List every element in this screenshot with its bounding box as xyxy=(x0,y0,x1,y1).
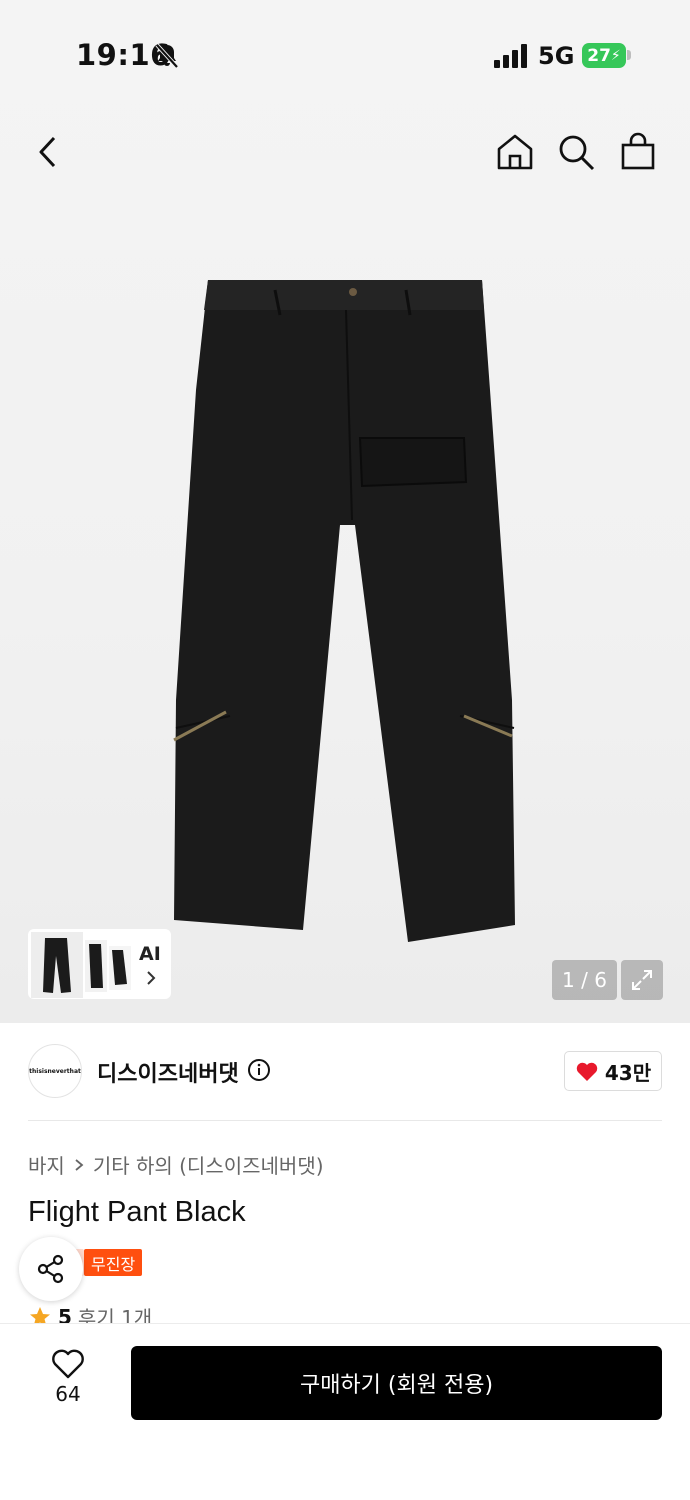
expand-icon xyxy=(632,970,652,990)
home-button[interactable] xyxy=(493,130,537,174)
brand-name[interactable]: 디스이즈네버댓 xyxy=(97,1056,239,1088)
chevron-right-icon xyxy=(147,971,156,985)
battery-indicator: 27 ⚡ xyxy=(582,43,626,68)
bag-icon xyxy=(621,132,655,170)
product-image[interactable] xyxy=(160,270,530,960)
search-icon xyxy=(559,135,595,171)
chevron-right-icon xyxy=(75,1158,84,1171)
image-counter: 1 / 6 xyxy=(552,960,617,1000)
breadcrumb-subcategory[interactable]: 기타 하의 (디스이즈네버댓) xyxy=(93,1150,324,1179)
battery-level: 27 xyxy=(587,45,611,66)
thumbnail-images xyxy=(31,932,131,998)
status-bar: 19:16 5G 27 ⚡ xyxy=(0,0,690,110)
heart-filled-icon xyxy=(576,1062,598,1081)
home-icon xyxy=(497,134,533,170)
back-icon xyxy=(39,136,56,168)
top-nav xyxy=(0,118,690,188)
share-button[interactable] xyxy=(19,1237,83,1301)
breadcrumb: 바지 기타 하의 (디스이즈네버댓) xyxy=(28,1150,324,1179)
network-label: 5G xyxy=(538,42,575,70)
brand-logo-text: thisisneverthat xyxy=(29,1067,81,1075)
product-tag: 무진장 xyxy=(84,1249,143,1276)
wishlist-count: 64 xyxy=(55,1382,81,1406)
brand-like-count: 43만 xyxy=(604,1060,652,1085)
breadcrumb-category[interactable]: 바지 xyxy=(28,1150,65,1179)
battery-cap xyxy=(627,50,631,60)
bag-button[interactable] xyxy=(616,130,660,174)
share-icon xyxy=(37,1254,64,1284)
expand-button[interactable] xyxy=(621,960,663,1000)
signal-icon xyxy=(494,44,527,68)
ai-label: AI xyxy=(139,943,161,965)
search-button[interactable] xyxy=(554,130,598,174)
heart-outline-icon xyxy=(52,1349,84,1379)
charging-icon: ⚡ xyxy=(610,47,621,64)
product-hero: 19:16 5G 27 ⚡ AI 1 / 6 xyxy=(0,0,690,1023)
wishlist-button[interactable]: 64 xyxy=(38,1346,98,1416)
divider xyxy=(28,1120,662,1121)
bell-muted-icon xyxy=(155,43,179,69)
product-title: Flight Pant Black xyxy=(28,1196,246,1228)
brand-logo[interactable]: thisisneverthat xyxy=(28,1044,82,1098)
back-button[interactable] xyxy=(26,130,70,174)
buy-button[interactable]: 구매하기 (회원 전용) xyxy=(131,1346,662,1420)
brand-like-button[interactable]: 43만 xyxy=(564,1051,662,1091)
info-icon[interactable] xyxy=(247,1058,271,1082)
